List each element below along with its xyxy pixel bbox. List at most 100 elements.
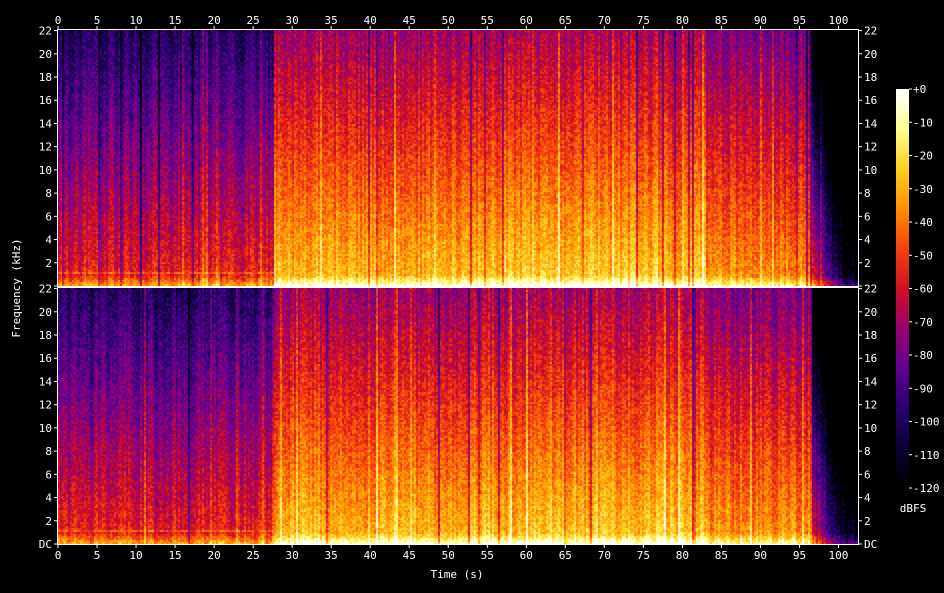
x-tick-label: 70 <box>598 14 611 27</box>
y-tick-label: 20 <box>864 48 877 61</box>
x-tick-label: 95 <box>793 549 806 562</box>
y-tick-label: 18 <box>39 329 52 342</box>
x-tick-label: 10 <box>129 14 142 27</box>
colorbar-tick-label: -110 <box>913 449 940 462</box>
y-tick-label: 2 <box>864 257 871 270</box>
x-tick-label: 35 <box>325 14 338 27</box>
spectrogram-channel-1 <box>58 30 858 286</box>
colorbar-tick-label: +0 <box>913 83 926 96</box>
x-tick-label: 15 <box>168 14 181 27</box>
colorbar-tick-label: -70 <box>913 316 933 329</box>
x-tick-label: 70 <box>598 549 611 562</box>
x-tick-label: 75 <box>637 549 650 562</box>
colorbar-tick-label: -60 <box>913 283 933 296</box>
y-tick-label: 20 <box>39 48 52 61</box>
colorbar-label: dBFS <box>900 502 927 515</box>
y-tick-label: 18 <box>39 71 52 84</box>
y-tick-label: 22 <box>864 283 877 296</box>
y-tick-label: 2 <box>864 515 871 528</box>
colorbar-tick-label: -100 <box>913 416 940 429</box>
y-tick-label: 8 <box>45 187 52 200</box>
x-tick-label: 20 <box>207 14 220 27</box>
x-tick-label: 85 <box>715 14 728 27</box>
y-tick-label: DC <box>39 538 52 551</box>
x-tick-label: 80 <box>676 549 689 562</box>
x-tick-label: 40 <box>364 14 377 27</box>
x-axis-label: Time (s) <box>431 568 484 581</box>
y-tick-label: 10 <box>39 422 52 435</box>
colorbar-tick-label: -40 <box>913 216 933 229</box>
x-tick-label: 30 <box>286 549 299 562</box>
spectrogram-image <box>58 30 858 286</box>
y-tick-label: 14 <box>39 375 53 388</box>
x-tick-label: 75 <box>637 14 650 27</box>
x-tick-label: 90 <box>754 14 767 27</box>
colorbar-tick-label: -50 <box>913 249 933 262</box>
y-tick-label: 6 <box>45 468 52 481</box>
y-axis-label: Frequency (kHz) <box>10 238 23 337</box>
spectrogram-figure: 0055101015152020252530303535404045455050… <box>10 14 940 581</box>
y-tick-label: 10 <box>864 422 877 435</box>
y-tick-label: 16 <box>39 352 52 365</box>
y-tick-label: 6 <box>864 210 871 223</box>
x-tick-label: 0 <box>55 14 62 27</box>
colorbar-tick-label: -30 <box>913 183 933 196</box>
x-tick-label: 90 <box>754 549 767 562</box>
x-tick-label: 50 <box>442 14 455 27</box>
x-tick-label: 40 <box>364 549 377 562</box>
x-tick-label: 65 <box>559 14 572 27</box>
x-tick-label: 45 <box>403 14 416 27</box>
y-tick-label: 4 <box>864 492 871 505</box>
x-tick-label: 5 <box>94 14 101 27</box>
y-tick-label: 8 <box>864 445 871 458</box>
x-tick-label: 5 <box>94 549 101 562</box>
x-tick-label: 35 <box>325 549 338 562</box>
y-tick-label: 20 <box>864 306 877 319</box>
y-tick-label: 2 <box>45 257 52 270</box>
spectrogram-channel-2 <box>58 288 858 544</box>
y-tick-label: 4 <box>864 234 871 247</box>
y-tick-label: 12 <box>864 141 877 154</box>
x-tick-label: 50 <box>442 549 455 562</box>
colorbar <box>896 89 909 488</box>
colorbar-tick-label: -80 <box>913 349 933 362</box>
y-tick-label: 6 <box>864 468 871 481</box>
y-tick-label: 16 <box>864 94 877 107</box>
y-tick-label: 22 <box>864 25 877 38</box>
y-tick-label: 16 <box>864 352 877 365</box>
x-tick-label: 60 <box>520 14 533 27</box>
y-tick-label: 20 <box>39 306 52 319</box>
y-tick-label: 8 <box>864 187 871 200</box>
y-tick-label: DC <box>864 538 877 551</box>
x-tick-label: 0 <box>55 549 62 562</box>
y-tick-label: 22 <box>39 283 52 296</box>
y-tick-label: 4 <box>45 492 52 505</box>
y-tick-label: 4 <box>45 234 52 247</box>
y-tick-label: 14 <box>864 117 878 130</box>
x-tick-label: 25 <box>246 14 259 27</box>
y-tick-label: 10 <box>864 164 877 177</box>
x-tick-label: 85 <box>715 549 728 562</box>
y-tick-label: 22 <box>39 25 52 38</box>
x-tick-label: 20 <box>207 549 220 562</box>
colorbar-tick-label: -10 <box>913 116 933 129</box>
colorbar-tick-label: -90 <box>913 382 933 395</box>
y-tick-label: 12 <box>39 399 52 412</box>
x-tick-label: 65 <box>559 549 572 562</box>
x-tick-label: 10 <box>129 549 142 562</box>
y-tick-label: 12 <box>39 141 52 154</box>
x-tick-label: 95 <box>793 14 806 27</box>
x-tick-label: 55 <box>481 14 494 27</box>
y-tick-label: 8 <box>45 445 52 458</box>
y-tick-label: 2 <box>45 515 52 528</box>
x-tick-label: 45 <box>403 549 416 562</box>
y-tick-label: 10 <box>39 164 52 177</box>
x-tick-label: 25 <box>246 549 259 562</box>
x-tick-label: 55 <box>481 549 494 562</box>
y-tick-label: 16 <box>39 94 52 107</box>
x-tick-label: 15 <box>168 549 181 562</box>
x-tick-label: 60 <box>520 549 533 562</box>
x-tick-label: 100 <box>829 549 849 562</box>
y-tick-label: 12 <box>864 399 877 412</box>
x-tick-label: 100 <box>829 14 849 27</box>
